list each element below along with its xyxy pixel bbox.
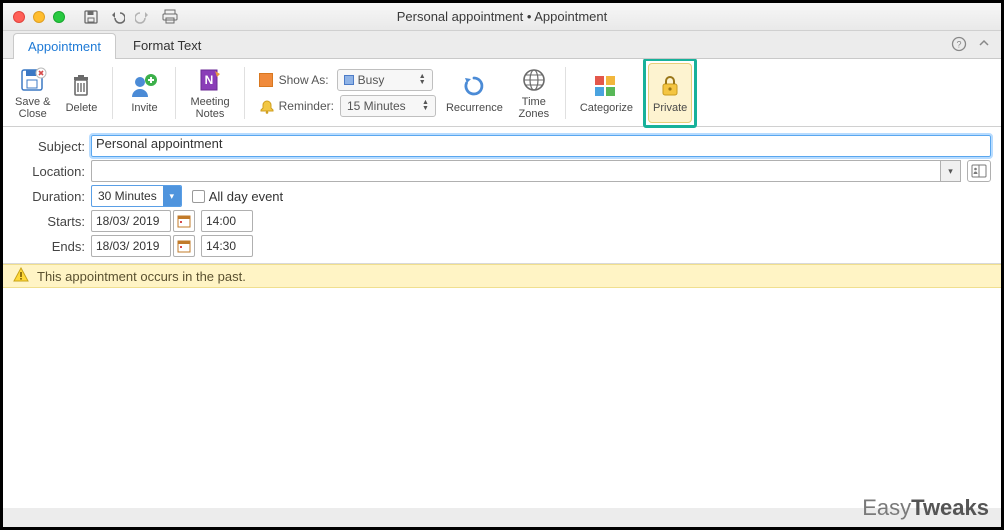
warning-text: This appointment occurs in the past.: [37, 269, 246, 284]
invite-button[interactable]: Invite: [123, 63, 165, 123]
categorize-button[interactable]: Categorize: [576, 63, 637, 123]
starts-time-value: 14:00: [206, 214, 236, 228]
warning-bar: This appointment occurs in the past.: [3, 264, 1001, 288]
close-window-icon[interactable]: [13, 11, 25, 23]
meeting-notes-button[interactable]: N Meeting Notes: [186, 63, 233, 123]
subject-value: Personal appointment: [96, 136, 222, 151]
recurrence-label: Recurrence: [446, 102, 503, 114]
warning-icon: [13, 267, 29, 286]
time-zones-button[interactable]: Time Zones: [513, 63, 555, 123]
window-controls: [13, 11, 65, 23]
appointment-form: Subject: Personal appointment Location: …: [3, 127, 1001, 264]
delete-label: Delete: [66, 102, 98, 114]
save-close-label: Save & Close: [15, 96, 50, 120]
watermark: EasyTweaks: [862, 495, 989, 521]
address-book-button[interactable]: [967, 160, 991, 182]
reminder-icon: [259, 99, 273, 113]
show-as-label: Show As:: [279, 73, 329, 87]
minimize-window-icon[interactable]: [33, 11, 45, 23]
ends-label: Ends:: [13, 239, 85, 254]
options-group: Show As: Busy ▲▼ Reminder: 15 Minutes ▲▼: [259, 69, 436, 117]
print-icon[interactable]: [161, 9, 179, 25]
all-day-label: All day event: [209, 189, 283, 204]
show-as-icon: [259, 73, 273, 87]
help-icon[interactable]: ?: [951, 36, 967, 55]
recurrence-button[interactable]: Recurrence: [442, 63, 507, 123]
starts-label: Starts:: [13, 214, 85, 229]
starts-time-input[interactable]: 14:00: [201, 210, 253, 232]
subject-input[interactable]: Personal appointment: [91, 135, 991, 157]
starts-date-picker-button[interactable]: [173, 210, 195, 232]
ends-date-value: 18/03/ 2019: [96, 239, 159, 253]
private-highlight: Private: [643, 58, 697, 128]
duration-label: Duration:: [13, 189, 85, 204]
save-close-button[interactable]: Save & Close: [11, 63, 54, 123]
tab-format-text[interactable]: Format Text: [118, 32, 216, 58]
location-label: Location:: [13, 164, 85, 179]
delete-button[interactable]: Delete: [60, 63, 102, 123]
duration-value: 30 Minutes: [98, 189, 157, 203]
watermark-a: Easy: [862, 495, 911, 520]
titlebar: Personal appointment • Appointment: [3, 3, 1001, 31]
location-input[interactable]: [91, 160, 941, 182]
zoom-window-icon[interactable]: [53, 11, 65, 23]
ends-date-picker-button[interactable]: [173, 235, 195, 257]
private-button[interactable]: Private: [648, 63, 692, 123]
invite-label: Invite: [131, 102, 157, 114]
ends-date-input[interactable]: 18/03/ 2019: [91, 235, 171, 257]
quick-access-toolbar: [83, 9, 179, 25]
ribbon: Save & Close Delete Invite N Meeting Not…: [3, 59, 1001, 127]
tab-appointment[interactable]: Appointment: [13, 33, 116, 59]
ends-time-value: 14:30: [206, 239, 236, 253]
subject-label: Subject:: [13, 139, 85, 154]
meeting-notes-label: Meeting Notes: [190, 96, 229, 120]
time-zones-label: Time Zones: [519, 96, 550, 120]
starts-date-value: 18/03/ 2019: [96, 214, 159, 228]
show-as-value: Busy: [358, 73, 385, 87]
categorize-label: Categorize: [580, 102, 633, 114]
location-dropdown-button[interactable]: ▾: [941, 160, 961, 182]
reminder-combo[interactable]: 15 Minutes ▲▼: [340, 95, 436, 117]
private-label: Private: [653, 102, 687, 114]
duration-combo[interactable]: 30 Minutes ▾: [91, 185, 182, 207]
show-as-combo[interactable]: Busy ▲▼: [337, 69, 433, 91]
save-icon[interactable]: [83, 9, 99, 25]
reminder-value: 15 Minutes: [347, 99, 406, 113]
ends-time-input[interactable]: 14:30: [201, 235, 253, 257]
undo-icon[interactable]: [109, 9, 125, 25]
ribbon-tabs: Appointment Format Text ?: [3, 31, 1001, 59]
collapse-ribbon-icon[interactable]: [977, 36, 991, 55]
all-day-checkbox[interactable]: [192, 190, 205, 203]
svg-text:?: ?: [956, 40, 961, 50]
starts-date-input[interactable]: 18/03/ 2019: [91, 210, 171, 232]
watermark-b: Tweaks: [911, 495, 989, 520]
redo-icon[interactable]: [135, 9, 151, 25]
svg-text:N: N: [205, 73, 214, 87]
appointment-body[interactable]: [3, 288, 1001, 508]
reminder-label: Reminder:: [279, 99, 334, 113]
